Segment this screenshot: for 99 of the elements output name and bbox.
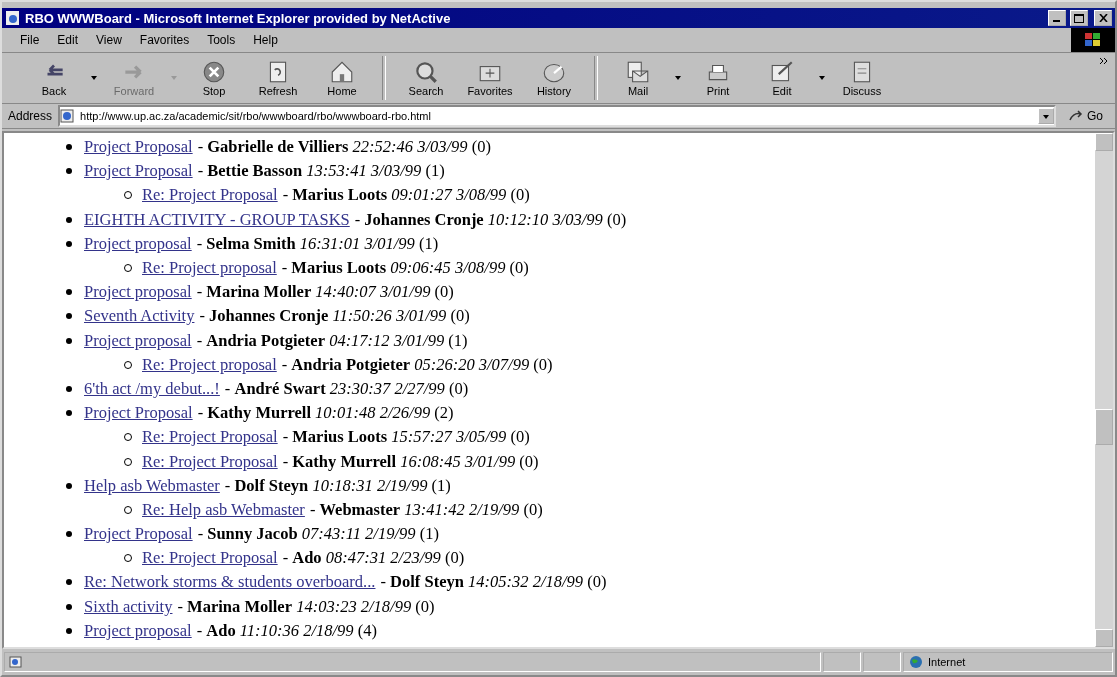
post-link[interactable]: Project proposal bbox=[84, 330, 192, 351]
bullet-icon bbox=[66, 216, 72, 223]
menu-item[interactable]: File bbox=[12, 31, 48, 49]
close-button[interactable] bbox=[1094, 10, 1112, 26]
dropdown-button[interactable] bbox=[1038, 108, 1054, 124]
post-link[interactable]: Project proposal bbox=[84, 233, 192, 254]
bullet-icon bbox=[66, 240, 72, 247]
menu-item[interactable]: Favorites bbox=[131, 31, 198, 49]
post-info: - Bettie Basson 13:53:41 3/03/99 (1) bbox=[197, 161, 445, 182]
toolbar-button[interactable]: Print bbox=[686, 57, 750, 99]
post-link[interactable]: 6'th act /my debut...! bbox=[84, 378, 220, 399]
go-button[interactable]: Go bbox=[1062, 108, 1109, 124]
toolbar-button[interactable]: Discuss bbox=[830, 57, 894, 99]
post-info: - Marius Loots 15:57:27 3/05/99 (0) bbox=[282, 427, 530, 448]
post-info: - Selma Smith 16:31:01 3/01/99 (1) bbox=[196, 233, 439, 254]
address-field[interactable]: http://www.up.ac.za/academic/sit/rbo/wwwboard/rbo/wwwboard-rbo.html bbox=[58, 105, 1056, 127]
post-info: - Ado 11:10:36 2/18/99 (4) bbox=[196, 620, 377, 641]
post-info: - Webmaster 13:41:42 2/19/99 (0) bbox=[309, 499, 543, 520]
maximize-button[interactable] bbox=[1070, 10, 1088, 26]
chevron-icon[interactable] bbox=[1099, 57, 1109, 65]
post-info: - André Swart 23:30:37 2/27/99 (0) bbox=[224, 378, 469, 399]
menu-item[interactable]: Help bbox=[245, 31, 286, 49]
address-label: Address bbox=[8, 109, 53, 123]
post-info: - Sunny Jacob 07:43:11 2/19/99 (1) bbox=[197, 524, 439, 545]
page-icon bbox=[9, 656, 23, 668]
post-info: - Kathy Murrell 10:01:48 2/26/99 (2) bbox=[197, 403, 454, 424]
post-info: - Marina Moller 14:40:07 3/01/99 (0) bbox=[196, 282, 454, 303]
mail-icon bbox=[625, 59, 651, 85]
post-link[interactable]: Seventh Activity bbox=[84, 306, 195, 327]
bullet-icon bbox=[66, 482, 72, 489]
post-link[interactable]: Project Proposal bbox=[84, 137, 193, 158]
page-icon bbox=[60, 109, 77, 123]
bullet-icon bbox=[66, 627, 72, 634]
post-info: - Andria Potgieter 04:17:12 3/01/99 (1) bbox=[196, 330, 468, 351]
post-info: - Marina Moller 14:03:23 2/18/99 (0) bbox=[177, 596, 435, 617]
bullet-icon bbox=[66, 168, 72, 175]
menu-item[interactable]: Tools bbox=[199, 31, 244, 49]
post-info: - Dolf Steyn 10:18:31 2/19/99 (1) bbox=[224, 475, 451, 496]
ie-page-icon bbox=[5, 10, 21, 26]
post-info: - Kathy Murrell 16:08:45 3/01/99 (0) bbox=[282, 451, 539, 472]
post-info: - Andria Potgieter 05:26:20 3/07/99 (0) bbox=[281, 354, 553, 375]
post-link[interactable]: EIGHTH ACTIVITY - GROUP TASKS bbox=[84, 209, 350, 230]
toolbar-button[interactable]: Edit bbox=[750, 57, 814, 99]
bullet-icon bbox=[66, 579, 72, 586]
post-info: - Marius Loots 09:01:27 3/08/99 (0) bbox=[282, 185, 530, 206]
post-info: - Johannes Cronje 11:50:26 3/01/99 (0) bbox=[199, 306, 470, 327]
bullet-icon bbox=[66, 313, 72, 320]
minimize-button[interactable] bbox=[1048, 10, 1066, 26]
search-icon bbox=[413, 59, 439, 85]
post-link[interactable]: Re: Project Proposal bbox=[142, 548, 278, 569]
bullet-icon bbox=[66, 144, 72, 151]
toolbar-button[interactable]: Mail bbox=[606, 57, 670, 99]
bullet-icon bbox=[66, 289, 72, 296]
bullet-icon bbox=[66, 603, 72, 610]
post-link[interactable]: Project Proposal bbox=[84, 524, 193, 545]
post-link[interactable]: Re: Project proposal bbox=[142, 354, 277, 375]
bullet-icon bbox=[66, 410, 72, 417]
post-link[interactable]: Re: Help asb Webmaster bbox=[142, 499, 305, 520]
toolbar-button[interactable]: Refresh bbox=[246, 57, 310, 99]
bullet-icon bbox=[66, 385, 72, 392]
post-link[interactable]: Project Proposal bbox=[84, 161, 193, 182]
post-link[interactable]: Sixth activity bbox=[84, 596, 173, 617]
window-title: RBO WWWBoard - Microsoft Internet Explorer provided by NetActive bbox=[25, 10, 452, 26]
status-pane bbox=[863, 652, 901, 672]
toolbar-button[interactable]: Back bbox=[22, 57, 86, 99]
status-pane bbox=[823, 652, 861, 672]
caret-icon bbox=[1041, 113, 1051, 121]
arrow-icon bbox=[1068, 110, 1084, 122]
post-info: - Johannes Cronje 10:12:10 3/03/99 (0) bbox=[354, 209, 627, 230]
toolbar-button[interactable]: Search bbox=[394, 57, 458, 99]
menu-item[interactable]: View bbox=[88, 31, 130, 49]
post-link[interactable]: Re: Project Proposal bbox=[142, 451, 278, 472]
close-icon bbox=[1098, 14, 1108, 22]
zone-label: Internet bbox=[928, 656, 966, 668]
bullet-icon bbox=[66, 337, 72, 344]
post-link[interactable]: Project proposal bbox=[84, 282, 192, 303]
toolbar-button[interactable]: History bbox=[522, 57, 586, 99]
maximize-icon bbox=[1074, 13, 1084, 23]
post-link[interactable]: Re: Project proposal bbox=[142, 258, 277, 279]
menu-item[interactable]: Edit bbox=[49, 31, 87, 49]
scrollbar[interactable] bbox=[1095, 133, 1113, 647]
post-link[interactable]: Help asb Webmaster bbox=[84, 475, 220, 496]
post-link[interactable]: Project proposal bbox=[84, 620, 192, 641]
post-info: - Marius Loots 09:06:45 3/08/99 (0) bbox=[281, 258, 529, 279]
post-info: - Gabrielle de Villiers 22:52:46 3/03/99 (0) bbox=[197, 137, 491, 158]
bullet-icon bbox=[66, 531, 72, 538]
post-link[interactable]: Re: Project Proposal bbox=[142, 185, 278, 206]
post-info: - Ado 08:47:31 2/23/99 (0) bbox=[282, 548, 465, 569]
home-icon bbox=[329, 59, 355, 85]
post-info: - Dolf Steyn 14:05:32 2/18/99 (0) bbox=[380, 572, 607, 593]
toolbar-button[interactable]: Favorites bbox=[458, 57, 522, 99]
post-link[interactable]: Project Proposal bbox=[84, 403, 193, 424]
post-link[interactable]: Re: Project Proposal bbox=[142, 427, 278, 448]
windows-logo-icon bbox=[1071, 28, 1115, 52]
toolbar-button[interactable]: Stop bbox=[182, 57, 246, 99]
toolbar-button[interactable]: Home bbox=[310, 57, 374, 99]
post-link[interactable]: Re: Network storms & students overboard... bbox=[84, 572, 376, 593]
stop-icon bbox=[201, 59, 227, 85]
globe-icon bbox=[908, 655, 924, 669]
